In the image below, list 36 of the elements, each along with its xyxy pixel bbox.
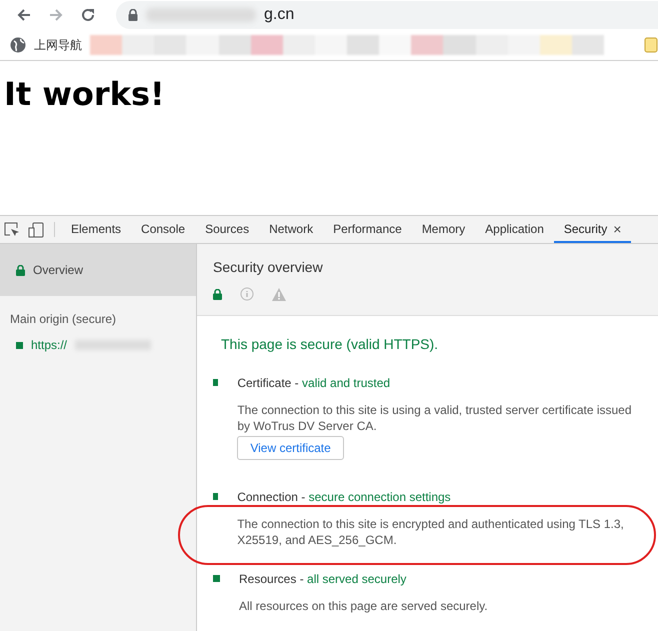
bookmark-link[interactable]: 上网导航 <box>34 36 82 54</box>
devtools-tab[interactable]: Application <box>475 216 554 243</box>
lock-icon <box>16 264 25 276</box>
section-description: All resources on this page are served securely. <box>239 598 489 614</box>
devtools-tab[interactable]: Memory <box>412 216 476 243</box>
section-description: The connection to this site is using a valid, trusted server certificate issued by WoTrus DV Server CA. <box>237 402 633 434</box>
info-icon <box>240 287 254 301</box>
status-text: valid and trusted <box>302 376 390 390</box>
status-text: secure connection settings <box>308 490 451 504</box>
section-title: Certificate - <box>237 376 299 390</box>
lock-icon <box>213 288 222 300</box>
view-certificate-button[interactable]: View certificate <box>237 436 344 460</box>
inspect-element-icon[interactable] <box>4 222 20 238</box>
devtools-tab[interactable]: Console <box>131 216 196 243</box>
section-title: Resources - <box>239 572 304 586</box>
page-heading: It works! <box>4 75 166 113</box>
close-icon[interactable]: × <box>613 220 622 236</box>
address-bar[interactable]: g.cn <box>116 1 658 29</box>
devtools-tab[interactable]: Network <box>259 216 324 243</box>
warning-icon <box>272 288 286 300</box>
sidebar-item[interactable]: Overview <box>0 244 196 296</box>
reload-icon[interactable] <box>80 7 96 23</box>
section-title: Connection - <box>237 490 306 504</box>
section-description: The connection to this site is encrypted and authenticated using TLS 1.3, X25519, and AES_256_GCM. <box>237 516 625 548</box>
lock-icon[interactable] <box>128 9 138 21</box>
section-heading: Main origin (secure) <box>9 311 118 326</box>
panel-title: Security overview <box>213 258 324 275</box>
security-summary: This page is secure (valid HTTPS). <box>220 335 440 352</box>
status-text: all served securely <box>307 572 406 586</box>
origin-link[interactable]: https:// <box>31 338 68 352</box>
devtools-tab[interactable]: Performance <box>323 216 412 243</box>
globe-icon[interactable] <box>10 37 26 53</box>
devtools-tab[interactable]: Elements <box>61 216 132 243</box>
back-arrow-icon[interactable] <box>16 7 32 23</box>
devtools-tab[interactable]: Sources <box>195 216 260 243</box>
device-toolbar-icon[interactable] <box>28 222 44 238</box>
